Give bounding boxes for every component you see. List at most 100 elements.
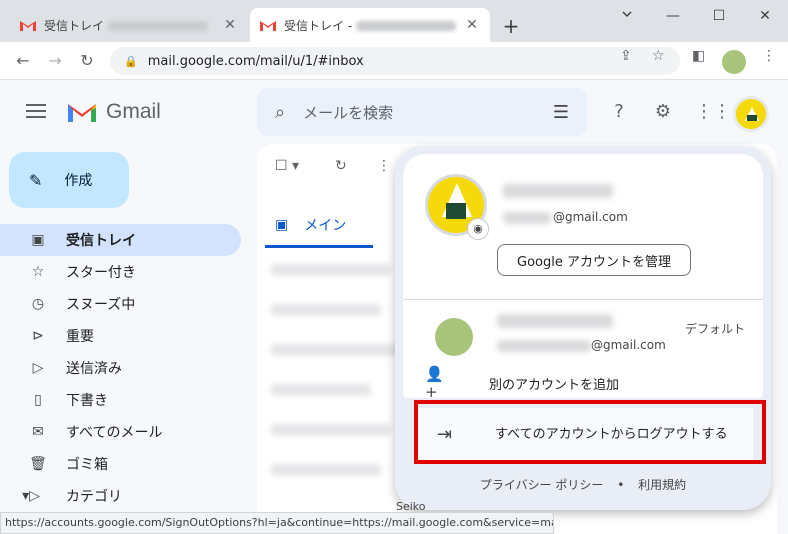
manage-account-button[interactable]: Google アカウントを管理 [497, 244, 691, 276]
draft-icon: ▯ [34, 392, 42, 408]
sidebar-item-trash[interactable]: 🗑 ゴミ箱 [0, 448, 241, 480]
reload-button[interactable]: ↻ [76, 50, 98, 72]
list-item[interactable] [271, 264, 391, 276]
default-account-label: デフォルト [685, 322, 746, 336]
category-icon: ▾▷ [22, 488, 40, 504]
share-icon[interactable]: ⇪ [620, 48, 632, 64]
profile-avatar[interactable] [722, 50, 746, 74]
secondary-account-name-redacted[interactable] [497, 314, 613, 328]
list-item[interactable] [271, 424, 391, 436]
browser-tab-2[interactable]: 受信トレイ - ✕ [250, 8, 490, 42]
search-input[interactable]: メールを検索 [303, 102, 393, 123]
account-name-redacted [503, 184, 613, 198]
secondary-account-email-redacted [497, 340, 591, 352]
sidebar-item-label: すべてのメール [66, 425, 163, 441]
tab-close-icon[interactable]: ✕ [222, 17, 238, 33]
search-options-icon[interactable]: ☰ [553, 102, 569, 123]
gmail-favicon-icon [260, 19, 276, 31]
sidebar-item-inbox[interactable]: ▣ 受信トレイ [0, 224, 241, 256]
sidebar-item-label: 送信済み [66, 361, 122, 377]
terms-link[interactable]: 利用規約 [638, 478, 686, 492]
main-menu-icon[interactable] [26, 104, 46, 120]
more-actions-icon[interactable]: ⋮ [377, 158, 391, 174]
tab-primary[interactable]: ▣ メイン [265, 204, 373, 248]
divider [403, 299, 763, 300]
compose-button[interactable]: ✎ 作成 [9, 152, 129, 208]
pencil-icon: ✎ [29, 170, 43, 190]
trash-icon: 🗑 [29, 456, 47, 472]
sidebar-item-label: 下書き [66, 393, 108, 409]
minimize-button[interactable] [612, 4, 642, 28]
sidebar-item-sent[interactable]: ▷ 送信済み [0, 352, 241, 384]
help-icon[interactable]: ? [607, 100, 631, 124]
add-account-label: 別のアカウントを追加 [489, 377, 620, 393]
browser-toolbar: ← → ↻ 🔒 mail.google.com/mail/u/1/#inbox … [0, 42, 788, 80]
inbox-tab-icon: ▣ [275, 216, 289, 233]
sidebar-item-snoozed[interactable]: ◷ スヌーズ中 [0, 288, 241, 320]
bookmark-star-icon[interactable]: ☆ [652, 48, 665, 64]
list-item[interactable] [271, 344, 401, 356]
footer-separator: • [617, 478, 625, 492]
sidebar-item-all-mail[interactable]: ✉ すべてのメール [0, 416, 241, 448]
settings-gear-icon[interactable]: ⚙ [651, 100, 675, 124]
all-mail-icon: ✉ [32, 424, 44, 440]
primary-email-suffix: @gmail.com [553, 210, 628, 224]
gmail-favicon-icon [20, 19, 36, 31]
sidebar-item-important[interactable]: ⊳ 重要 [0, 320, 241, 352]
list-item[interactable] [271, 464, 381, 476]
lock-icon: 🔒 [124, 54, 138, 68]
sidebar-item-label: 重要 [66, 329, 94, 345]
search-icon[interactable]: ⌕ [275, 102, 285, 123]
compose-label: 作成 [64, 173, 93, 189]
more-vert-icon[interactable]: ⋮ [762, 48, 776, 64]
back-button[interactable]: ← [12, 50, 34, 72]
apps-grid-icon[interactable]: ⋮⋮ [695, 100, 731, 124]
address-bar[interactable]: 🔒 mail.google.com/mail/u/1/#inbox [110, 47, 680, 75]
new-tab-button[interactable]: + [500, 14, 522, 38]
popup-footer: プライバシー ポリシー • 利用規約 [395, 476, 771, 493]
refresh-icon[interactable]: ↻ [335, 158, 347, 174]
gmail-logo-icon[interactable] [66, 100, 98, 124]
tab-title: 受信トレイ - [284, 17, 464, 34]
account-avatar-button[interactable] [733, 96, 769, 132]
side-panel-icon[interactable]: ◧ [692, 48, 705, 64]
maximize-window-button[interactable]: ☐ [704, 4, 734, 28]
inbox-icon: ▣ [31, 232, 45, 248]
sidebar-item-categories[interactable]: ▾▷ カテゴリ [0, 480, 241, 512]
sidebar-item-label: スヌーズ中 [66, 297, 136, 313]
close-window-button[interactable]: ✕ [750, 4, 780, 28]
status-bar-url: https://accounts.google.com/SignOutOptio… [0, 512, 554, 534]
privacy-policy-link[interactable]: プライバシー ポリシー [480, 478, 604, 492]
sidebar-item-label: カテゴリ [66, 489, 122, 505]
secondary-email-suffix: @gmail.com [591, 338, 666, 352]
secondary-account-avatar[interactable] [435, 318, 473, 356]
sidebar-item-label: スター付き [66, 265, 136, 281]
sidebar-item-label: 受信トレイ [66, 233, 136, 249]
list-item[interactable] [271, 304, 381, 316]
list-item[interactable] [271, 384, 371, 396]
add-account-button[interactable]: 👤+ 別のアカウントを追加 [425, 365, 745, 401]
tab-title: 受信トレイ [44, 17, 222, 34]
account-card: ◉ @gmail.com Google アカウントを管理 @gmail.com … [403, 154, 763, 398]
url-text: mail.google.com/mail/u/1/#inbox [147, 53, 364, 69]
tab-close-icon[interactable]: ✕ [464, 17, 480, 33]
star-icon: ☆ [31, 264, 45, 280]
sidebar-item-label: ゴミ箱 [66, 457, 108, 473]
sidebar-item-starred[interactable]: ☆ スター付き [0, 256, 241, 288]
camera-icon[interactable]: ◉ [467, 218, 489, 240]
tab-strip: 受信トレイ ✕ 受信トレイ - ✕ + — ☐ ✕ [0, 0, 788, 42]
forward-button[interactable]: → [44, 50, 66, 72]
person-add-icon: 👤+ [425, 365, 444, 401]
tab-label: メイン [304, 217, 347, 234]
account-email-redacted [503, 212, 551, 224]
browser-tab-1[interactable]: 受信トレイ ✕ [10, 8, 248, 42]
sidebar-item-drafts[interactable]: ▯ 下書き [0, 384, 241, 416]
search-bar[interactable]: ⌕ メールを検索 ☰ [257, 88, 587, 136]
select-checkbox[interactable]: ☐ ▾ [275, 158, 299, 174]
clock-icon: ◷ [31, 296, 45, 312]
important-icon: ⊳ [32, 328, 44, 344]
gmail-wordmark: Gmail [106, 100, 161, 123]
minimize-window-button[interactable]: — [658, 4, 688, 28]
highlight-box [414, 400, 766, 464]
gmail-header: Gmail ⌕ メールを検索 ☰ ? ⚙ ⋮⋮ [0, 80, 788, 144]
